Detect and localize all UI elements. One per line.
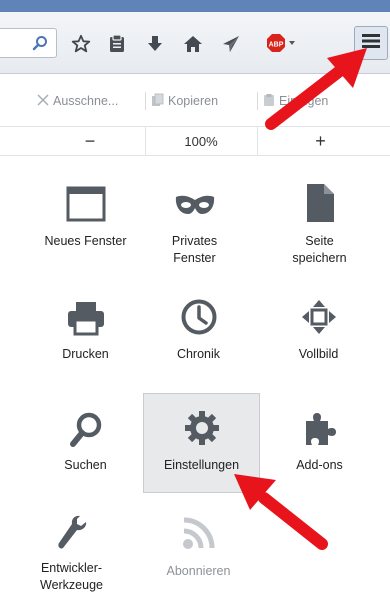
copy-button[interactable]: Kopieren xyxy=(151,88,218,114)
zoom-reset-button[interactable]: 100% xyxy=(146,127,256,156)
annotation-arrow-settings xyxy=(234,474,328,550)
clock-icon xyxy=(151,298,246,336)
menu-item-label: Privates xyxy=(171,234,218,248)
menu-item-label: Neues Fenster xyxy=(44,234,127,248)
window-title-strip xyxy=(0,0,390,12)
menu-item-label: Abonnieren xyxy=(166,564,231,578)
window-icon xyxy=(38,186,133,222)
menu-item-developer[interactable]: Entwickler- Werkzeuge xyxy=(24,505,119,600)
menu-item-label: speichern xyxy=(292,251,347,265)
menu-item-label: Seite xyxy=(305,234,334,248)
annotation-arrow-menu xyxy=(265,48,367,130)
menu-item-label: Werkzeuge xyxy=(40,578,103,592)
menu-item-history[interactable]: Chronik xyxy=(151,286,246,386)
menu-item-private-window[interactable]: Privates Fenster xyxy=(147,172,242,282)
menu-item-label: Drucken xyxy=(62,347,109,361)
download-icon[interactable] xyxy=(140,29,170,59)
wrench-icon xyxy=(24,513,119,553)
search-field[interactable] xyxy=(0,28,57,58)
menu-item-fullscreen[interactable]: Vollbild xyxy=(271,286,366,386)
star-icon[interactable] xyxy=(66,29,96,59)
menu-item-label: Entwickler- xyxy=(40,561,103,575)
menu-item-find[interactable]: Suchen xyxy=(38,395,133,495)
puzzle-icon xyxy=(272,409,367,449)
copy-label: Kopieren xyxy=(168,94,219,108)
menu-item-print[interactable]: Drucken xyxy=(38,286,133,386)
menu-item-label: Fenster xyxy=(173,251,216,265)
search-icon xyxy=(38,411,133,449)
search-icon[interactable] xyxy=(32,35,48,56)
cut-button[interactable]: Ausschne... xyxy=(36,88,118,114)
menu-item-label: Chronik xyxy=(176,347,221,361)
divider xyxy=(145,92,146,110)
printer-icon xyxy=(38,300,133,336)
copy-icon xyxy=(151,93,165,110)
mask-icon xyxy=(147,194,242,216)
home-icon[interactable] xyxy=(178,29,208,59)
scissors-icon xyxy=(36,93,50,110)
cut-label: Ausschne... xyxy=(53,94,119,108)
fullscreen-icon xyxy=(271,298,366,336)
menu-item-label: Suchen xyxy=(64,458,107,472)
menu-item-save-page[interactable]: Seite speichern xyxy=(272,172,367,282)
gear-icon xyxy=(144,410,259,446)
reading-list-icon[interactable] xyxy=(102,29,132,59)
menu-item-label: Vollbild xyxy=(298,347,339,361)
zoom-out-button[interactable]: − xyxy=(35,127,145,156)
menu-item-new-window[interactable]: Neues Fenster xyxy=(38,172,133,282)
send-icon[interactable] xyxy=(216,29,246,59)
page-icon xyxy=(272,182,367,224)
